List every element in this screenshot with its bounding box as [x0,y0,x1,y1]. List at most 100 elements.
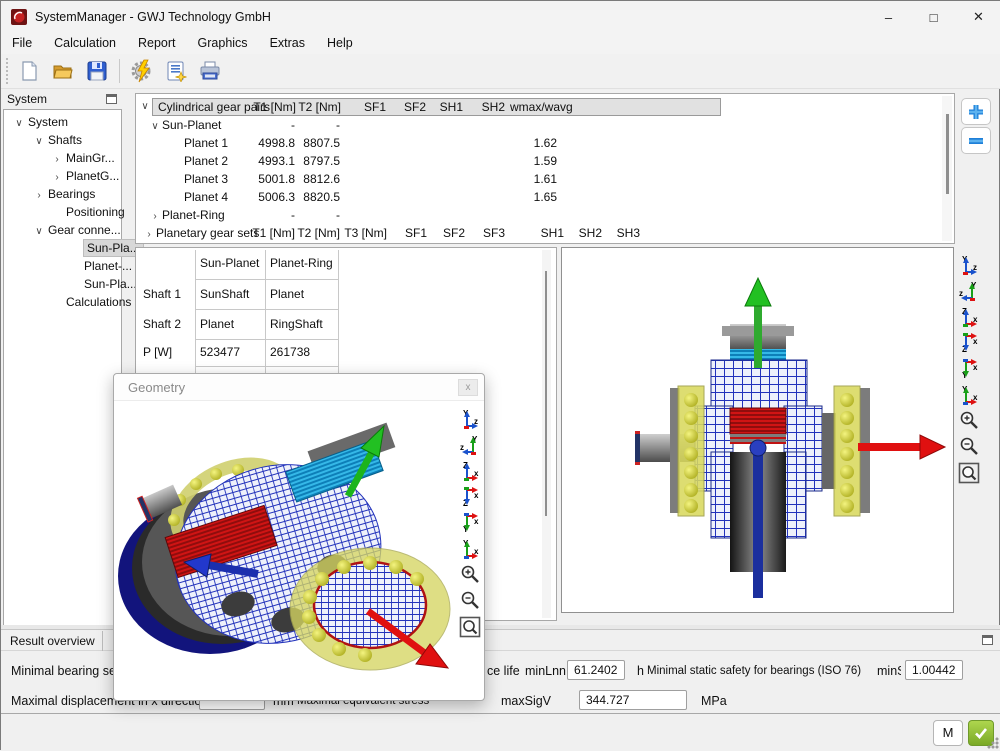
view-yx-button[interactable]: Yx [458,537,482,561]
menu-item[interactable]: Calculation [43,33,127,54]
scrollbar-thumb[interactable] [946,114,949,194]
tree-item[interactable]: ›PlanetG... [4,167,121,185]
row-label: Planet 2 [184,154,228,168]
view-yz-button[interactable]: Yz [957,253,981,277]
print-button[interactable] [195,56,225,86]
tree-item[interactable]: Planet-... [4,257,121,275]
table-row[interactable]: ›Planet-Ring - - [136,206,940,224]
tree-item[interactable]: ›MainGr... [4,149,121,167]
tree-item[interactable]: ›Bearings [4,185,121,203]
view-yx-button[interactable]: Yx [957,383,981,407]
geometry-window[interactable]: Geometry x Yz Yz [113,373,485,701]
view-zy-button[interactable]: Yz [458,433,482,457]
zoom-in-button[interactable] [458,563,482,587]
expander-icon[interactable]: ∨ [30,223,48,241]
system-tree: ∨System ∨Shafts ›MainGr... ›PlanetG... ›… [3,109,122,629]
table-row[interactable]: Planet 1 4998.8 8807.5 1.62 [136,134,940,152]
tree-item[interactable]: ∨System [4,113,121,131]
result-label-fragment: ce life [487,664,520,678]
result-value-field[interactable]: 61.2402 [567,660,625,680]
planetary-gear-sets-row[interactable]: ›Planetary gear sets T1 [Nm] T2 [Nm] T3 … [136,224,940,242]
detail-cell[interactable]: Planet [270,287,304,301]
svg-text:z: z [460,443,464,452]
tree-item[interactable]: Calculations [4,293,121,311]
expander-icon[interactable]: ∨ [30,133,48,151]
menu-item[interactable]: Extras [259,33,316,54]
close-button[interactable]: x [458,379,478,396]
new-document-button[interactable] [14,56,44,86]
model-3d-view[interactable] [561,247,954,613]
column-header: wmax/wavg [510,99,573,115]
gear-table-header[interactable]: Cylindrical gear pairs T1 [Nm] T2 [Nm] S… [152,98,721,116]
remove-button[interactable] [961,127,991,154]
tree-item-label: Sun-Pla... [84,240,143,256]
m-button[interactable]: M [933,720,963,746]
view-zy-button[interactable]: Yz [957,279,981,303]
result-value-field[interactable]: 344.727 [579,690,687,710]
statusbar: M [1,713,1000,751]
vertical-scrollbar[interactable] [542,250,551,618]
view-yx-down-button[interactable]: Yx [957,357,981,381]
vertical-scrollbar[interactable] [942,96,952,241]
row-indent: Planet 1 [136,134,228,152]
table-row[interactable]: Planet 3 5001.8 8812.6 1.61 [136,170,940,188]
detail-cell[interactable]: SunShaft [200,287,249,301]
detail-cell[interactable]: 523477 [200,345,240,359]
calculate-button[interactable] [127,56,157,86]
tree-item[interactable]: Positioning [4,203,121,221]
maximize-button[interactable]: □ [911,1,956,33]
expander-icon[interactable]: › [30,187,48,205]
app-logo-icon [11,9,27,25]
tree-item[interactable]: ∨Shafts [4,131,121,149]
float-panel-icon[interactable] [982,635,993,645]
zoom-fit-button[interactable] [458,615,482,639]
tree-item[interactable]: Sun-Pla... [4,275,121,293]
minimize-button[interactable]: – [866,1,911,33]
scrollbar-thumb[interactable] [545,271,547,516]
tree-item[interactable]: Sun-Pla... [4,239,121,257]
open-button[interactable] [48,56,78,86]
report-button[interactable] [161,56,191,86]
zoom-fit-button[interactable] [957,461,981,485]
float-panel-icon[interactable] [106,94,117,104]
result-value-field[interactable]: 1.00442 [905,660,963,680]
view-yx-down-button[interactable]: Yx [458,511,482,535]
table-row[interactable]: Planet 4 5006.3 8820.5 1.65 [136,188,940,206]
row-indent: ›Planet-Ring [136,206,225,226]
tree-item[interactable]: ∨Gear conne... [4,221,121,239]
menu-item[interactable]: Report [127,33,187,54]
expander-icon[interactable]: › [142,226,156,244]
table-row[interactable]: Planet 2 4993.1 8797.5 1.59 [136,152,940,170]
close-button[interactable]: ✕ [956,1,1000,33]
menu-item[interactable]: Graphics [187,33,259,54]
view-zx-button[interactable]: Zx [458,459,482,483]
geometry-window-titlebar[interactable]: Geometry x [114,374,484,401]
save-button[interactable] [82,56,112,86]
detail-cell[interactable]: 261738 [270,345,310,359]
table-expander-icon[interactable]: ∨ [138,98,152,116]
app-window: { "window": { "title": "SystemManager - … [0,0,1000,750]
expander-icon[interactable]: ∨ [10,115,28,133]
menu-item[interactable]: Help [316,33,364,54]
add-button[interactable] [961,98,991,125]
zoom-fit-icon [958,462,980,484]
view-zx-down-button[interactable]: Zx [957,331,981,355]
report-icon [165,60,187,82]
menu-item[interactable]: File [1,33,43,54]
view-yz-button[interactable]: Yz [458,407,482,431]
detail-row-label: Shaft 1 [143,287,181,301]
detail-cell[interactable]: RingShaft [270,317,323,331]
table-row[interactable]: ∨Sun-Planet - - [136,116,940,134]
detail-cell[interactable]: Planet [200,317,234,331]
view-toolbar: Yz Yz Zx Zx Yx Yx [458,407,484,641]
row-label: Planet 1 [184,136,228,150]
zoom-out-button[interactable] [957,435,981,459]
zoom-in-button[interactable] [957,409,981,433]
result-overview-tab[interactable]: Result overview [3,631,103,651]
zoom-out-button[interactable] [458,589,482,613]
view-zx-down-button[interactable]: Zx [458,485,482,509]
tree-item-label: System [28,115,68,129]
toolbar-grip[interactable] [4,58,12,84]
view-zx-button[interactable]: Zx [957,305,981,329]
resize-grip[interactable] [987,737,999,749]
